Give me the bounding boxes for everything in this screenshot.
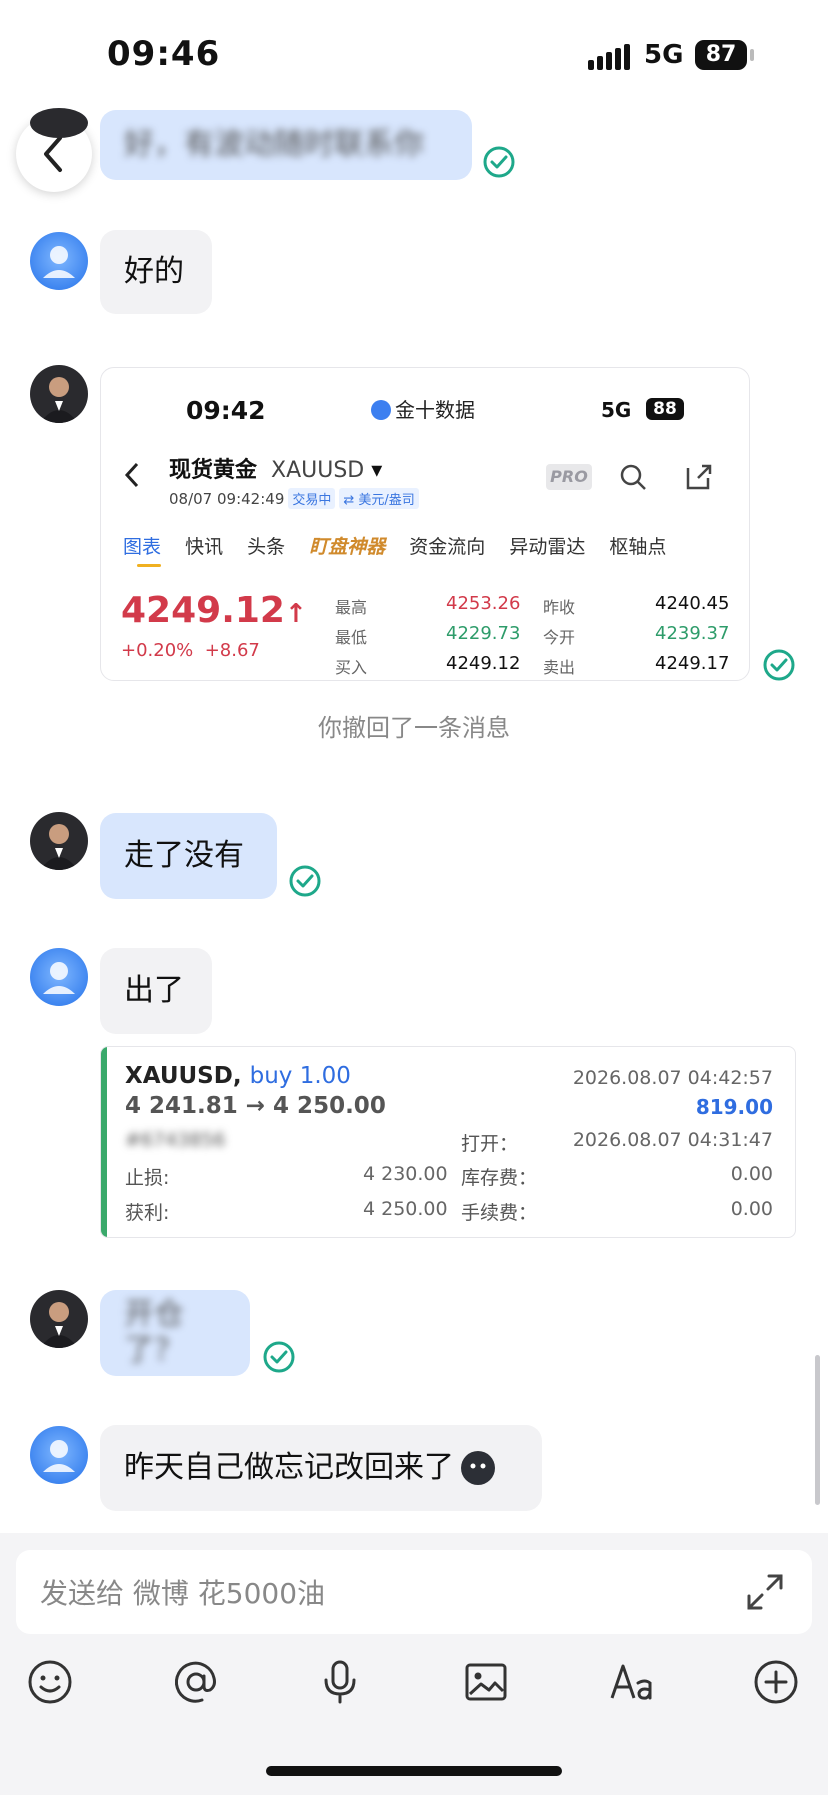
signal-icon	[588, 42, 632, 70]
avatar[interactable]	[30, 365, 88, 423]
user-silhouette-icon	[43, 246, 75, 278]
message-bubble-sent[interactable]: 走了没有	[100, 813, 277, 899]
order-card[interactable]: XAUUSD, buy 1.00 4 241.81 → 4 250.00 202…	[100, 1046, 796, 1238]
emoji-icon	[461, 1451, 495, 1485]
tab-radar: 异动雷达	[509, 536, 586, 558]
order-swap-value: 0.00	[730, 1163, 773, 1185]
message-text: 昨天自己做忘记改回来了	[124, 1450, 454, 1485]
quote-label: 卖出	[543, 658, 576, 677]
read-check-icon	[289, 865, 321, 897]
message-text: 开仓了？	[124, 1297, 184, 1368]
search-icon	[620, 464, 646, 490]
screenshot-tabs: 图表 快讯 头条 盯盘神器 资金流向 异动雷达 枢轴点	[123, 532, 684, 559]
order-sl-label: 止损:	[125, 1167, 170, 1189]
message-text: 出了	[124, 973, 184, 1008]
message-bubble-received[interactable]: 好的	[100, 230, 212, 314]
tab-pivot: 枢轴点	[609, 536, 667, 558]
quote-label: 最高	[335, 598, 368, 617]
home-indicator[interactable]	[266, 1766, 562, 1776]
quote-label: 最低	[335, 628, 368, 647]
battery-icon: 87	[695, 40, 747, 70]
order-symbol: XAUUSD, buy 1.00	[125, 1063, 351, 1089]
message-text: 好的	[124, 254, 184, 289]
message-bubble-sent[interactable]: 开仓了？	[100, 1290, 250, 1376]
screenshot-subtitle: 08/07 09:42:49 交易中 ⇄ 美元/盎司	[169, 488, 419, 509]
person-photo-icon	[40, 1302, 78, 1348]
share-icon	[686, 464, 712, 490]
message-bubble-received[interactable]: 昨天自己做忘记改回来了	[100, 1425, 542, 1511]
person-photo-icon	[40, 824, 78, 870]
chevron-left-icon	[124, 462, 139, 488]
quote-value: 4253.26	[446, 593, 521, 614]
order-prices: 4 241.81 → 4 250.00	[125, 1093, 386, 1119]
status-time: 09:46	[107, 34, 221, 74]
quote-value: 4249.17	[655, 653, 730, 674]
quote-value: 4239.37	[655, 623, 730, 644]
order-close-time: 2026.08.07 04:42:57	[572, 1067, 773, 1089]
read-check-icon	[263, 1341, 295, 1373]
screenshot-battery: 88	[646, 398, 684, 420]
mention-icon[interactable]	[172, 1658, 220, 1706]
tab-chart: 图表	[123, 536, 162, 558]
tab-flash: 快讯	[185, 536, 224, 558]
order-tp-label: 获利:	[125, 1202, 170, 1224]
read-check-icon	[763, 649, 795, 681]
battery-cap	[750, 49, 754, 61]
scrollbar[interactable]	[815, 1355, 820, 1505]
read-check-icon	[483, 146, 515, 178]
order-fee-label: 手续费：	[461, 1202, 538, 1224]
order-open-time: 2026.08.07 04:31:47	[572, 1129, 773, 1151]
screenshot-image[interactable]: 09:42 金十数据 5G 88 现货黄金 XAUUSD ▾ 08/07 09:…	[100, 367, 750, 681]
image-icon[interactable]	[462, 1658, 510, 1706]
order-ticket: #6743856	[125, 1129, 226, 1151]
screenshot-title: 现货黄金 XAUUSD ▾	[169, 458, 383, 483]
message-text: 好，有波动随时联系你	[124, 127, 424, 162]
order-open-label: 打开：	[461, 1133, 519, 1155]
app-logo-icon	[371, 400, 391, 420]
expand-icon[interactable]	[745, 1572, 785, 1612]
quote-label: 今开	[543, 628, 576, 647]
screenshot-time: 09:42	[186, 396, 266, 425]
emoji-icon[interactable]	[26, 1658, 74, 1706]
order-sl-value: 4 230.00	[363, 1163, 448, 1185]
plus-icon[interactable]	[752, 1658, 800, 1706]
message-bubble-received[interactable]: 出了	[100, 948, 212, 1034]
person-photo-icon	[40, 377, 78, 423]
order-swap-label: 库存费：	[461, 1167, 538, 1189]
screenshot-change: +0.20% +8.67	[121, 640, 260, 661]
quote-label: 昨收	[543, 598, 576, 617]
tab-headline: 头条	[247, 536, 286, 558]
screenshot-network: 5G	[601, 398, 632, 422]
message-text: 走了没有	[124, 838, 244, 873]
text-format-icon[interactable]	[608, 1658, 656, 1706]
network-label: 5G	[644, 40, 684, 70]
voice-icon[interactable]	[316, 1658, 364, 1706]
tab-underline	[137, 564, 161, 567]
user-silhouette-icon	[43, 1440, 75, 1472]
message-bubble-sent[interactable]: 好，有波动随时联系你	[100, 110, 472, 180]
user-silhouette-icon	[43, 962, 75, 994]
order-fee-value: 0.00	[730, 1198, 773, 1220]
avatar[interactable]	[30, 232, 88, 290]
avatar[interactable]	[30, 1290, 88, 1348]
tab-fund-flow: 资金流向	[409, 536, 486, 558]
avatar[interactable]	[30, 812, 88, 870]
quote-value: 4249.12	[446, 653, 521, 674]
quote-label: 买入	[335, 658, 368, 677]
order-profit: 819.00	[695, 1095, 773, 1119]
avatar[interactable]	[30, 108, 88, 138]
avatar[interactable]	[30, 1426, 88, 1484]
avatar[interactable]	[30, 948, 88, 1006]
tab-monitor: 盯盘神器	[309, 536, 386, 558]
recall-notice: 你撤回了一条消息	[318, 714, 510, 742]
pro-badge: PRO	[546, 464, 592, 490]
quote-value: 4229.73	[446, 623, 521, 644]
message-input-placeholder: 发送给 微博 花5000油	[40, 1577, 326, 1610]
screenshot-app-name: 金十数据	[371, 394, 475, 423]
screenshot-price: 4249.12↑	[121, 590, 307, 631]
status-bar: 09:46 5G 87	[0, 0, 828, 110]
order-tp-value: 4 250.00	[363, 1198, 448, 1220]
quote-value: 4240.45	[655, 593, 730, 614]
